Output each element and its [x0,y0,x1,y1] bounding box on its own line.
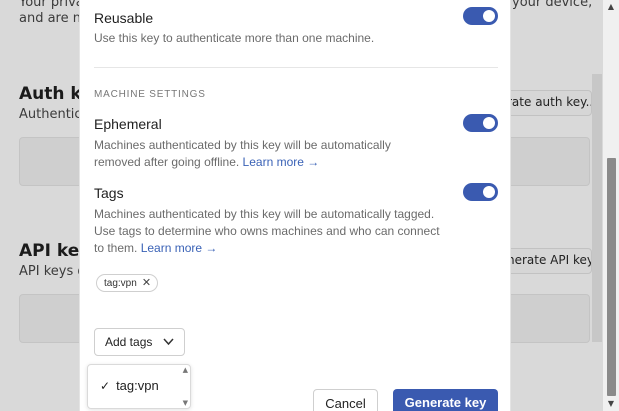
ephemeral-description: Machines authenticated by this key will … [94,137,414,171]
add-tags-button[interactable]: Add tags [94,328,185,356]
privacy-text-left: Your priva [19,0,84,10]
tags-learn-more-link[interactable]: Learn more → [141,241,218,255]
dropdown-option-tag-vpn[interactable]: ✓ tag:vpn [100,378,159,393]
reusable-description: Use this key to authenticate more than o… [94,31,375,45]
machine-settings-heading: MACHINE SETTINGS [94,89,206,100]
dropdown-option-label: tag:vpn [116,378,159,393]
chevron-down-icon [163,329,174,366]
tags-toggle[interactable] [463,183,498,201]
check-icon: ✓ [100,379,111,393]
reusable-toggle[interactable] [463,7,498,25]
generate-api-key-button[interactable]: nerate API key [500,248,592,274]
divider [94,67,498,68]
tag-chip-label: tag:vpn [104,278,137,289]
tags-description: Machines authenticated by this key will … [94,206,449,257]
generate-key-button[interactable]: Generate key [393,389,498,411]
ephemeral-title: Ephemeral [94,116,162,132]
reusable-title: Reusable [94,10,154,26]
cancel-button[interactable]: Cancel [313,389,378,411]
tags-title: Tags [94,185,124,201]
add-tags-label: Add tags [105,335,153,349]
ephemeral-toggle[interactable] [463,114,498,132]
ephemeral-learn-more-link[interactable]: Learn more → [243,155,320,169]
generate-auth-key-button[interactable]: rate auth key... [500,90,592,116]
scroll-up-arrow-icon[interactable]: ▲ [603,0,619,14]
toggle-knob [483,117,495,129]
tag-chip: tag:vpn ✕ [96,274,159,292]
scroll-down-arrow-icon[interactable]: ▼ [603,397,619,411]
generate-key-modal: Reusable Use this key to authenticate mo… [79,0,511,411]
privacy-text-right: your device, [512,0,593,10]
close-icon[interactable]: ✕ [142,277,151,289]
window-scrollbar[interactable]: ▲ ▼ [603,0,619,411]
dropdown-scroll-down-icon[interactable]: ▼ [183,399,188,407]
api-keys-subtitle: API keys g [19,264,86,279]
tags-dropdown: ✓ tag:vpn ▲ ▼ [87,364,191,409]
auth-keys-subtitle: Authentic [19,107,82,122]
toggle-knob [483,186,495,198]
inner-scrollbar[interactable] [592,74,602,342]
dropdown-scroll-up-icon[interactable]: ▲ [183,366,188,374]
scrollbar-thumb[interactable] [607,158,616,396]
toggle-knob [483,10,495,22]
